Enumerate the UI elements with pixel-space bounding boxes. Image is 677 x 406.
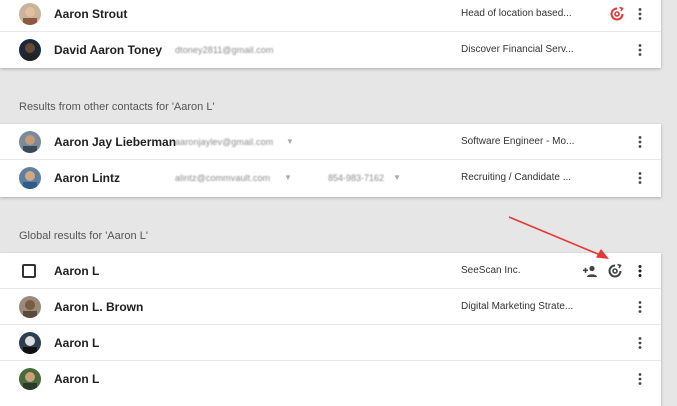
contact-title: SeeScan Inc. — [461, 265, 521, 276]
sync-icon[interactable] — [607, 263, 623, 279]
contact-title: Digital Marketing Strate... — [461, 301, 574, 312]
contact-title: Discover Financial Serv... — [461, 44, 574, 55]
contact-name[interactable]: Aaron Jay Lieberman — [54, 124, 176, 160]
contact-email: dtoney2811@gmail.com — [175, 45, 274, 55]
select-checkbox[interactable] — [22, 264, 36, 278]
avatar — [19, 39, 41, 61]
contact-name[interactable]: Aaron Strout — [54, 0, 127, 33]
contact-row[interactable]: David Aaron Toney dtoney2811@gmail.com D… — [0, 32, 661, 68]
top-results-card: Aaron Strout Head of location based... D… — [0, 0, 661, 68]
contact-name[interactable]: David Aaron Toney — [54, 32, 162, 68]
avatar — [19, 296, 41, 318]
avatar — [19, 368, 41, 390]
chevron-down-icon[interactable]: ▼ — [393, 160, 401, 196]
global-results-card: Aaron L SeeScan Inc. Aaron L. Brown Digi… — [0, 253, 661, 406]
chevron-down-icon[interactable]: ▼ — [286, 124, 294, 160]
contact-row[interactable]: Aaron L — [0, 361, 661, 397]
contact-row[interactable]: Aaron Jay Lieberman aaronjaylev@gmail.co… — [0, 124, 661, 160]
chevron-down-icon[interactable]: ▼ — [284, 160, 292, 196]
more-vert-icon[interactable] — [633, 372, 647, 386]
contact-title: Software Engineer - Mo... — [461, 136, 575, 147]
contact-row[interactable]: Aaron Strout Head of location based... — [0, 0, 661, 32]
contact-name[interactable]: Aaron Lintz — [54, 160, 120, 196]
section-label-other-contacts: Results from other contacts for 'Aaron L… — [19, 101, 215, 113]
contact-name[interactable]: Aaron L. Brown — [54, 289, 143, 325]
add-person-icon[interactable] — [582, 263, 598, 279]
more-vert-icon[interactable] — [633, 43, 647, 57]
contact-phone: 854-983-7162 — [328, 173, 385, 183]
contact-row[interactable]: Aaron L SeeScan Inc. — [0, 253, 661, 289]
contact-name[interactable]: Aaron L — [54, 361, 99, 397]
more-vert-icon[interactable] — [633, 7, 647, 21]
more-vert-icon[interactable] — [633, 171, 647, 185]
contact-row[interactable]: Aaron L. Brown Digital Marketing Strate.… — [0, 289, 661, 325]
contact-title: Recruiting / Candidate ... — [461, 172, 572, 183]
contact-row[interactable]: Aaron Lintz alintz@commvault.com ▼ 854-9… — [0, 160, 661, 196]
other-contacts-card: Aaron Jay Lieberman aaronjaylev@gmail.co… — [0, 124, 661, 197]
avatar — [19, 3, 41, 25]
contact-email: alintz@commvault.com — [175, 173, 271, 183]
contact-email: aaronjaylev@gmail.com — [175, 137, 274, 147]
contact-title: Head of location based... — [461, 8, 572, 19]
contact-name[interactable]: Aaron L — [54, 253, 99, 289]
contact-name[interactable]: Aaron L — [54, 325, 99, 361]
contact-row[interactable]: Aaron L — [0, 325, 661, 361]
more-vert-icon[interactable] — [633, 300, 647, 314]
more-vert-icon[interactable] — [633, 135, 647, 149]
section-label-global-results: Global results for 'Aaron L' — [19, 230, 148, 242]
more-vert-icon[interactable] — [633, 336, 647, 350]
avatar — [19, 332, 41, 354]
avatar — [19, 167, 41, 189]
avatar — [19, 131, 41, 153]
more-vert-icon[interactable] — [633, 264, 647, 278]
sync-icon[interactable] — [609, 6, 625, 22]
